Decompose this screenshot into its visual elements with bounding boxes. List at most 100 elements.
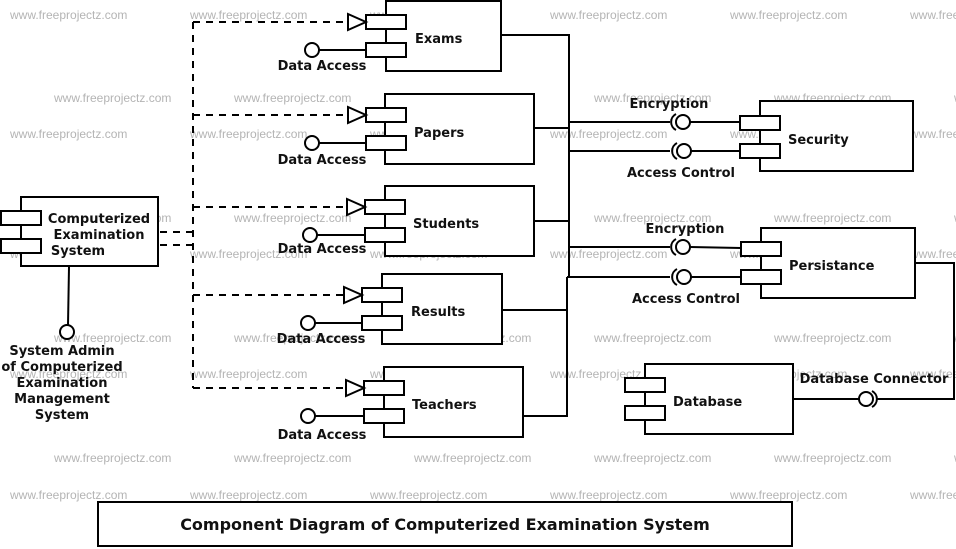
security-label: Security <box>788 133 849 148</box>
provided-interface-icon <box>675 114 691 130</box>
exams-label: Exams <box>415 32 463 47</box>
provided-interface-icon <box>302 227 318 243</box>
teachers-component[interactable]: Data Access Teachers <box>278 366 524 443</box>
persistance-encryption-label: Encryption <box>646 222 725 237</box>
watermark-text: www.freeprojectz.com <box>233 91 351 105</box>
component-port-icon <box>364 199 406 215</box>
results-component[interactable]: Data Access Results <box>277 273 503 347</box>
teachers-data-access-label: Data Access <box>278 428 367 443</box>
security-component[interactable]: Security Encryption Access Control <box>627 97 914 181</box>
component-port-icon <box>361 315 403 331</box>
component-port-icon <box>740 241 782 257</box>
watermark-text: www.freeprojectz.com <box>53 451 171 465</box>
teachers-label: Teachers <box>412 398 477 413</box>
persistance-label: Persistance <box>789 259 875 274</box>
security-access-control-label: Access Control <box>627 166 735 181</box>
watermark-text: www.freeprojectz.com <box>549 8 667 22</box>
exams-data-access-label: Data Access <box>278 59 367 74</box>
students-label: Students <box>413 217 479 232</box>
watermark-text: www.freeprojectz.com <box>233 211 351 225</box>
diagram-title: Component Diagram of Computerized Examin… <box>180 515 710 534</box>
watermark-text: www.freeprojectz.com <box>549 488 667 502</box>
component-port-icon <box>740 269 782 285</box>
dependency-arrow-icon <box>347 12 369 32</box>
watermark-text: www.freeprojectz.com <box>909 247 956 261</box>
papers-component[interactable]: Data Access Papers <box>278 93 535 168</box>
component-port-icon <box>365 42 407 58</box>
persistance-access-control-label: Access Control <box>632 292 740 307</box>
database-connector-label: Database Connector <box>800 372 949 387</box>
database-label: Database <box>673 395 742 410</box>
main-component-label-3: System <box>51 244 105 259</box>
persistance-component[interactable]: Persistance Encryption Access Control <box>632 222 916 307</box>
dependency-arrow-icon <box>347 105 369 125</box>
watermark-text: www.freeprojectz.com <box>189 8 307 22</box>
component-port-icon <box>365 135 407 151</box>
provided-interface-icon <box>300 315 316 331</box>
watermark-text: www.freeprojectz.com <box>729 8 847 22</box>
main-component-label-2: Examination <box>54 228 145 243</box>
actor-label-2: of Computerized <box>1 360 122 375</box>
provided-interface-icon <box>676 143 692 159</box>
watermark-text: www.freeprojectz.com <box>189 127 307 141</box>
provided-interface-icon <box>59 324 75 340</box>
provided-interface-icon <box>300 408 316 424</box>
main-component[interactable]: Computerized Examination System <box>0 196 159 267</box>
security-encryption-label: Encryption <box>630 97 709 112</box>
watermark-text: www.freeprojectz.com <box>53 91 171 105</box>
component-port-icon <box>365 14 407 30</box>
diagram-title-box: Component Diagram of Computerized Examin… <box>97 501 793 547</box>
watermark-text: www.freeprojectz.com <box>9 488 127 502</box>
component-port-icon <box>363 408 405 424</box>
component-port-icon <box>0 238 42 254</box>
exams-component[interactable]: Data Access Exams <box>278 0 502 74</box>
watermark-text: www.freeprojectz.com <box>549 247 667 261</box>
component-port-icon <box>361 287 403 303</box>
component-port-icon <box>739 143 781 159</box>
provided-interface-icon <box>304 135 320 151</box>
watermark-text: www.freeprojectz.com <box>593 331 711 345</box>
watermark-text: www.freeprojectz.com <box>549 127 667 141</box>
results-label: Results <box>411 305 465 320</box>
watermark-text: www.freeprojectz.com <box>729 488 847 502</box>
component-port-icon <box>624 405 666 421</box>
component-port-icon <box>364 227 406 243</box>
results-data-access-label: Data Access <box>277 332 366 347</box>
watermark-text: www.freeprojectz.com <box>369 488 487 502</box>
dependency-arrow-icon <box>346 197 368 217</box>
watermark-text: www.freeprojectz.com <box>233 451 351 465</box>
provided-interface-icon <box>676 269 692 285</box>
watermark-text: www.freeprojectz.com <box>9 127 127 141</box>
system-admin-interface: System Admin of Computerized Examination… <box>1 266 123 423</box>
watermark-text: www.freeprojectz.com <box>773 451 891 465</box>
watermark-text: www.freeprojectz.com <box>909 8 956 22</box>
watermark-text: www.freeprojectz.com <box>9 8 127 22</box>
dependency-arrow-icon <box>343 285 365 305</box>
component-diagram: www.freeprojectz.com www.freeprojectz.com… <box>0 0 956 547</box>
watermark-text: www.freeprojectz.com <box>189 367 307 381</box>
papers-label: Papers <box>414 126 464 141</box>
provided-interface-icon <box>304 42 320 58</box>
students-data-access-label: Data Access <box>278 242 367 257</box>
watermark-text: www.freeprojectz.com <box>189 488 307 502</box>
papers-data-access-label: Data Access <box>278 153 367 168</box>
actor-label-3: Examination <box>17 376 108 391</box>
component-port-icon <box>0 210 42 226</box>
watermark-text: www.freeprojectz.com <box>773 331 891 345</box>
provided-interface-icon <box>858 391 874 407</box>
dependency-arrow-icon <box>345 378 367 398</box>
actor-label-5: System <box>35 408 89 423</box>
watermark-text: www.freeprojectz.com <box>773 211 891 225</box>
component-port-icon <box>363 380 405 396</box>
component-port-icon <box>365 107 407 123</box>
provided-interface-icon <box>675 239 691 255</box>
watermark-text: www.freeprojectz.com <box>909 127 956 141</box>
actor-label-4: Management <box>14 392 110 407</box>
watermark-text: www.freeprojectz.com <box>413 451 531 465</box>
watermark-text: www.freeprojectz.com <box>593 451 711 465</box>
main-component-label-1: Computerized <box>48 212 150 227</box>
actor-label-1: System Admin <box>9 344 114 359</box>
watermark-text: www.freeprojectz.com <box>909 488 956 502</box>
component-port-icon <box>739 115 781 131</box>
component-port-icon <box>624 377 666 393</box>
